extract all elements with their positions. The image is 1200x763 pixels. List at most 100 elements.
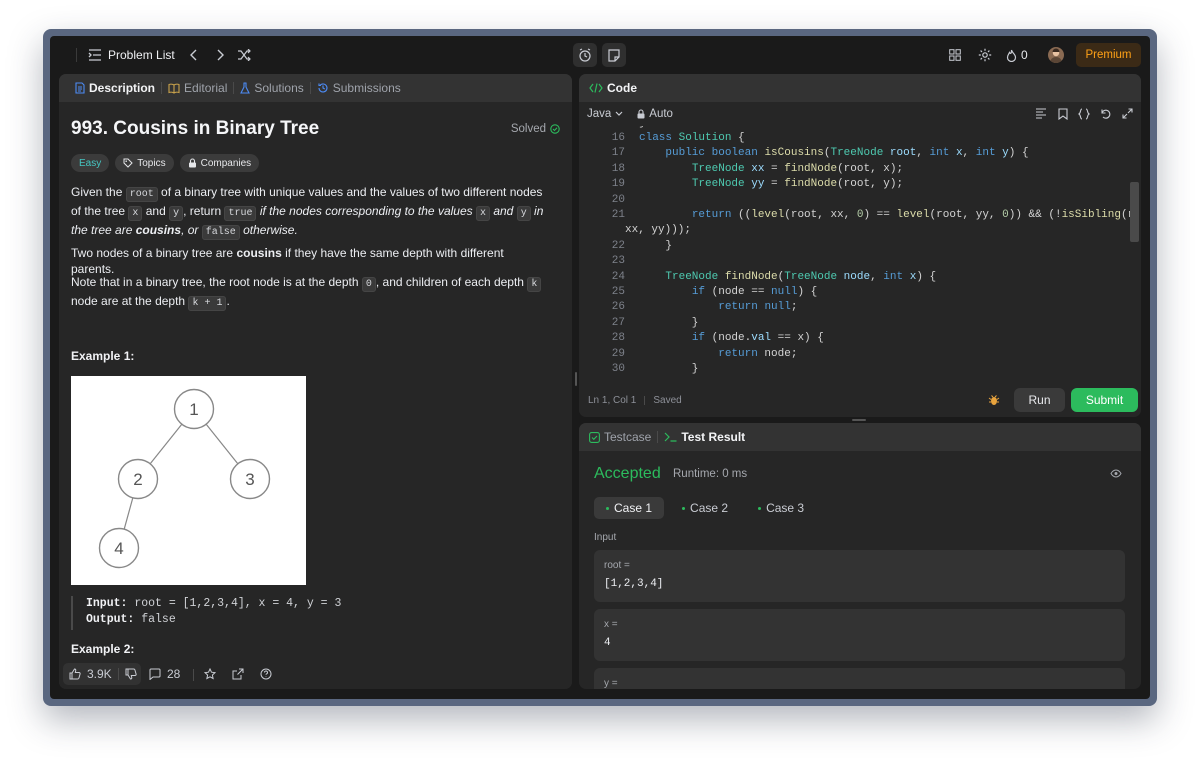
layout-icon[interactable]: [947, 47, 963, 63]
share-icon[interactable]: [232, 668, 244, 680]
description-tabbar: Description Editorial Solutions Submissi…: [59, 74, 572, 102]
bookmark-icon[interactable]: [1058, 108, 1068, 120]
format-icon[interactable]: [1035, 108, 1047, 119]
flask-icon: [240, 82, 251, 94]
inline-code: k: [527, 277, 542, 292]
case-tab-2[interactable]: Case 2: [670, 497, 740, 519]
field-value: 4: [604, 637, 611, 649]
submit-button[interactable]: Submit: [1071, 388, 1138, 412]
inline-code: y: [169, 206, 184, 221]
settings-gear-icon[interactable]: [977, 47, 993, 63]
premium-button[interactable]: Premium: [1076, 43, 1141, 67]
debug-bug-icon[interactable]: [988, 394, 1000, 406]
result-status: Accepted: [594, 465, 661, 482]
avatar[interactable]: [1048, 47, 1064, 63]
case-tab-3[interactable]: Case 3: [746, 497, 816, 519]
code-line: 29 return node;: [611, 347, 798, 360]
window-frame: Problem List 0 Premium Description Edito…: [43, 29, 1157, 706]
code-line: 27 }: [611, 316, 699, 329]
inline-code: y: [516, 206, 531, 221]
tab-test-result-label: Test Result: [681, 430, 746, 444]
difficulty-badge[interactable]: Easy: [71, 154, 110, 172]
vertical-splitter-handle[interactable]: [575, 372, 577, 386]
code-line: 30 }: [611, 363, 699, 375]
prev-problem-icon[interactable]: [186, 47, 202, 63]
next-problem-icon[interactable]: [212, 47, 228, 63]
tree-node-label: 1: [189, 400, 198, 419]
inline-code: x: [475, 206, 490, 221]
checkbox-icon: [589, 431, 600, 443]
tab-editorial[interactable]: Editorial: [162, 81, 233, 95]
tab-description[interactable]: Description: [69, 81, 161, 95]
tab-test-result[interactable]: Test Result: [658, 430, 751, 444]
tab-submissions[interactable]: Submissions: [311, 81, 407, 95]
chevron-down-icon: [615, 111, 623, 117]
braces-icon[interactable]: [1078, 108, 1090, 120]
comment-count: 28: [167, 667, 181, 681]
field-label: x =: [604, 619, 618, 630]
example-input-value: root = [1,2,3,4], x = 4, y = 3: [127, 597, 342, 610]
editor-scrollbar[interactable]: [1130, 126, 1139, 379]
lock-icon: [637, 109, 645, 119]
code-line: 22 }: [611, 239, 673, 252]
comment-icon: [149, 668, 161, 680]
problem-list-label: Problem List: [108, 48, 175, 62]
timer-icon[interactable]: [573, 43, 597, 67]
example-2-title: Example 2:: [71, 642, 135, 656]
tab-solutions[interactable]: Solutions: [234, 81, 309, 95]
top-navbar: Problem List 0 Premium: [50, 36, 1150, 74]
field-label: root =: [604, 560, 630, 571]
tab-code[interactable]: Code: [589, 81, 643, 95]
divider: [193, 669, 194, 681]
streak-count: 0: [1021, 48, 1028, 62]
companies-button[interactable]: Companies: [179, 154, 260, 172]
tree-node-label: 2: [133, 470, 142, 489]
horizontal-splitter-handle[interactable]: [852, 419, 866, 421]
example-1-block: Input: root = [1,2,3,4], x = 4, y = 3 Ou…: [71, 596, 371, 630]
shuffle-icon[interactable]: [236, 47, 252, 63]
problem-title: 993. Cousins in Binary Tree: [71, 118, 320, 139]
code-line: 18 TreeNode xx = findNode(root, x);: [611, 162, 904, 175]
code-line: 17 public boolean isCousins(TreeNode roo…: [611, 147, 1029, 160]
problem-list-button[interactable]: Problem List: [88, 47, 175, 63]
input-field-y: y =: [594, 668, 1125, 689]
notes-icon[interactable]: [602, 43, 626, 67]
thumbs-down-icon[interactable]: [125, 668, 137, 680]
code-line: 16 class Solution {: [611, 132, 745, 144]
book-icon: [168, 83, 180, 94]
case-tab-1[interactable]: Case 1: [594, 497, 665, 519]
example-1-title: Example 1:: [71, 349, 135, 363]
description-paragraph-3: Note that in a binary tree, the root nod…: [71, 274, 561, 312]
case-tabs: Case 1 Case 2 Case 3: [594, 497, 816, 519]
code-line: 26 return null;: [611, 301, 798, 314]
solved-label: Solved: [510, 123, 546, 135]
help-icon[interactable]: [260, 668, 272, 680]
eye-icon[interactable]: [1110, 469, 1122, 478]
expand-icon[interactable]: [1122, 108, 1133, 119]
auto-toggle[interactable]: Auto: [637, 108, 673, 120]
test-result-panel: Testcase Test Result Accepted Runtime: 0…: [579, 423, 1141, 689]
document-icon: [75, 82, 85, 94]
companies-label: Companies: [200, 157, 252, 169]
tab-testcase[interactable]: Testcase: [589, 430, 657, 444]
history-icon: [317, 82, 329, 94]
pass-dot: [682, 506, 686, 510]
inline-code: x: [128, 206, 143, 221]
language-select[interactable]: Java: [587, 108, 623, 120]
tab-code-label: Code: [607, 81, 637, 95]
tag-row: Easy Topics Companies: [71, 154, 260, 172]
editor-toolbar: Java Auto: [579, 102, 1141, 126]
divider: [117, 668, 119, 680]
topics-button[interactable]: Topics: [115, 154, 174, 172]
reset-icon[interactable]: [1100, 108, 1112, 120]
thumbs-up-icon[interactable]: [69, 668, 81, 680]
comments-button[interactable]: 28: [149, 663, 180, 685]
runtime-text: Runtime: 0 ms: [673, 468, 748, 480]
description-paragraph-2: Two nodes of a binary tree are cousins i…: [71, 246, 504, 276]
run-button[interactable]: Run: [1014, 388, 1065, 412]
code-editor[interactable]: } 16class Solution { 17 public boolean i…: [579, 126, 1130, 379]
scrollbar-thumb[interactable]: [1130, 182, 1139, 242]
code-brackets-icon: [589, 83, 603, 93]
star-icon[interactable]: [204, 668, 216, 680]
streak-counter[interactable]: 0: [1006, 47, 1028, 63]
